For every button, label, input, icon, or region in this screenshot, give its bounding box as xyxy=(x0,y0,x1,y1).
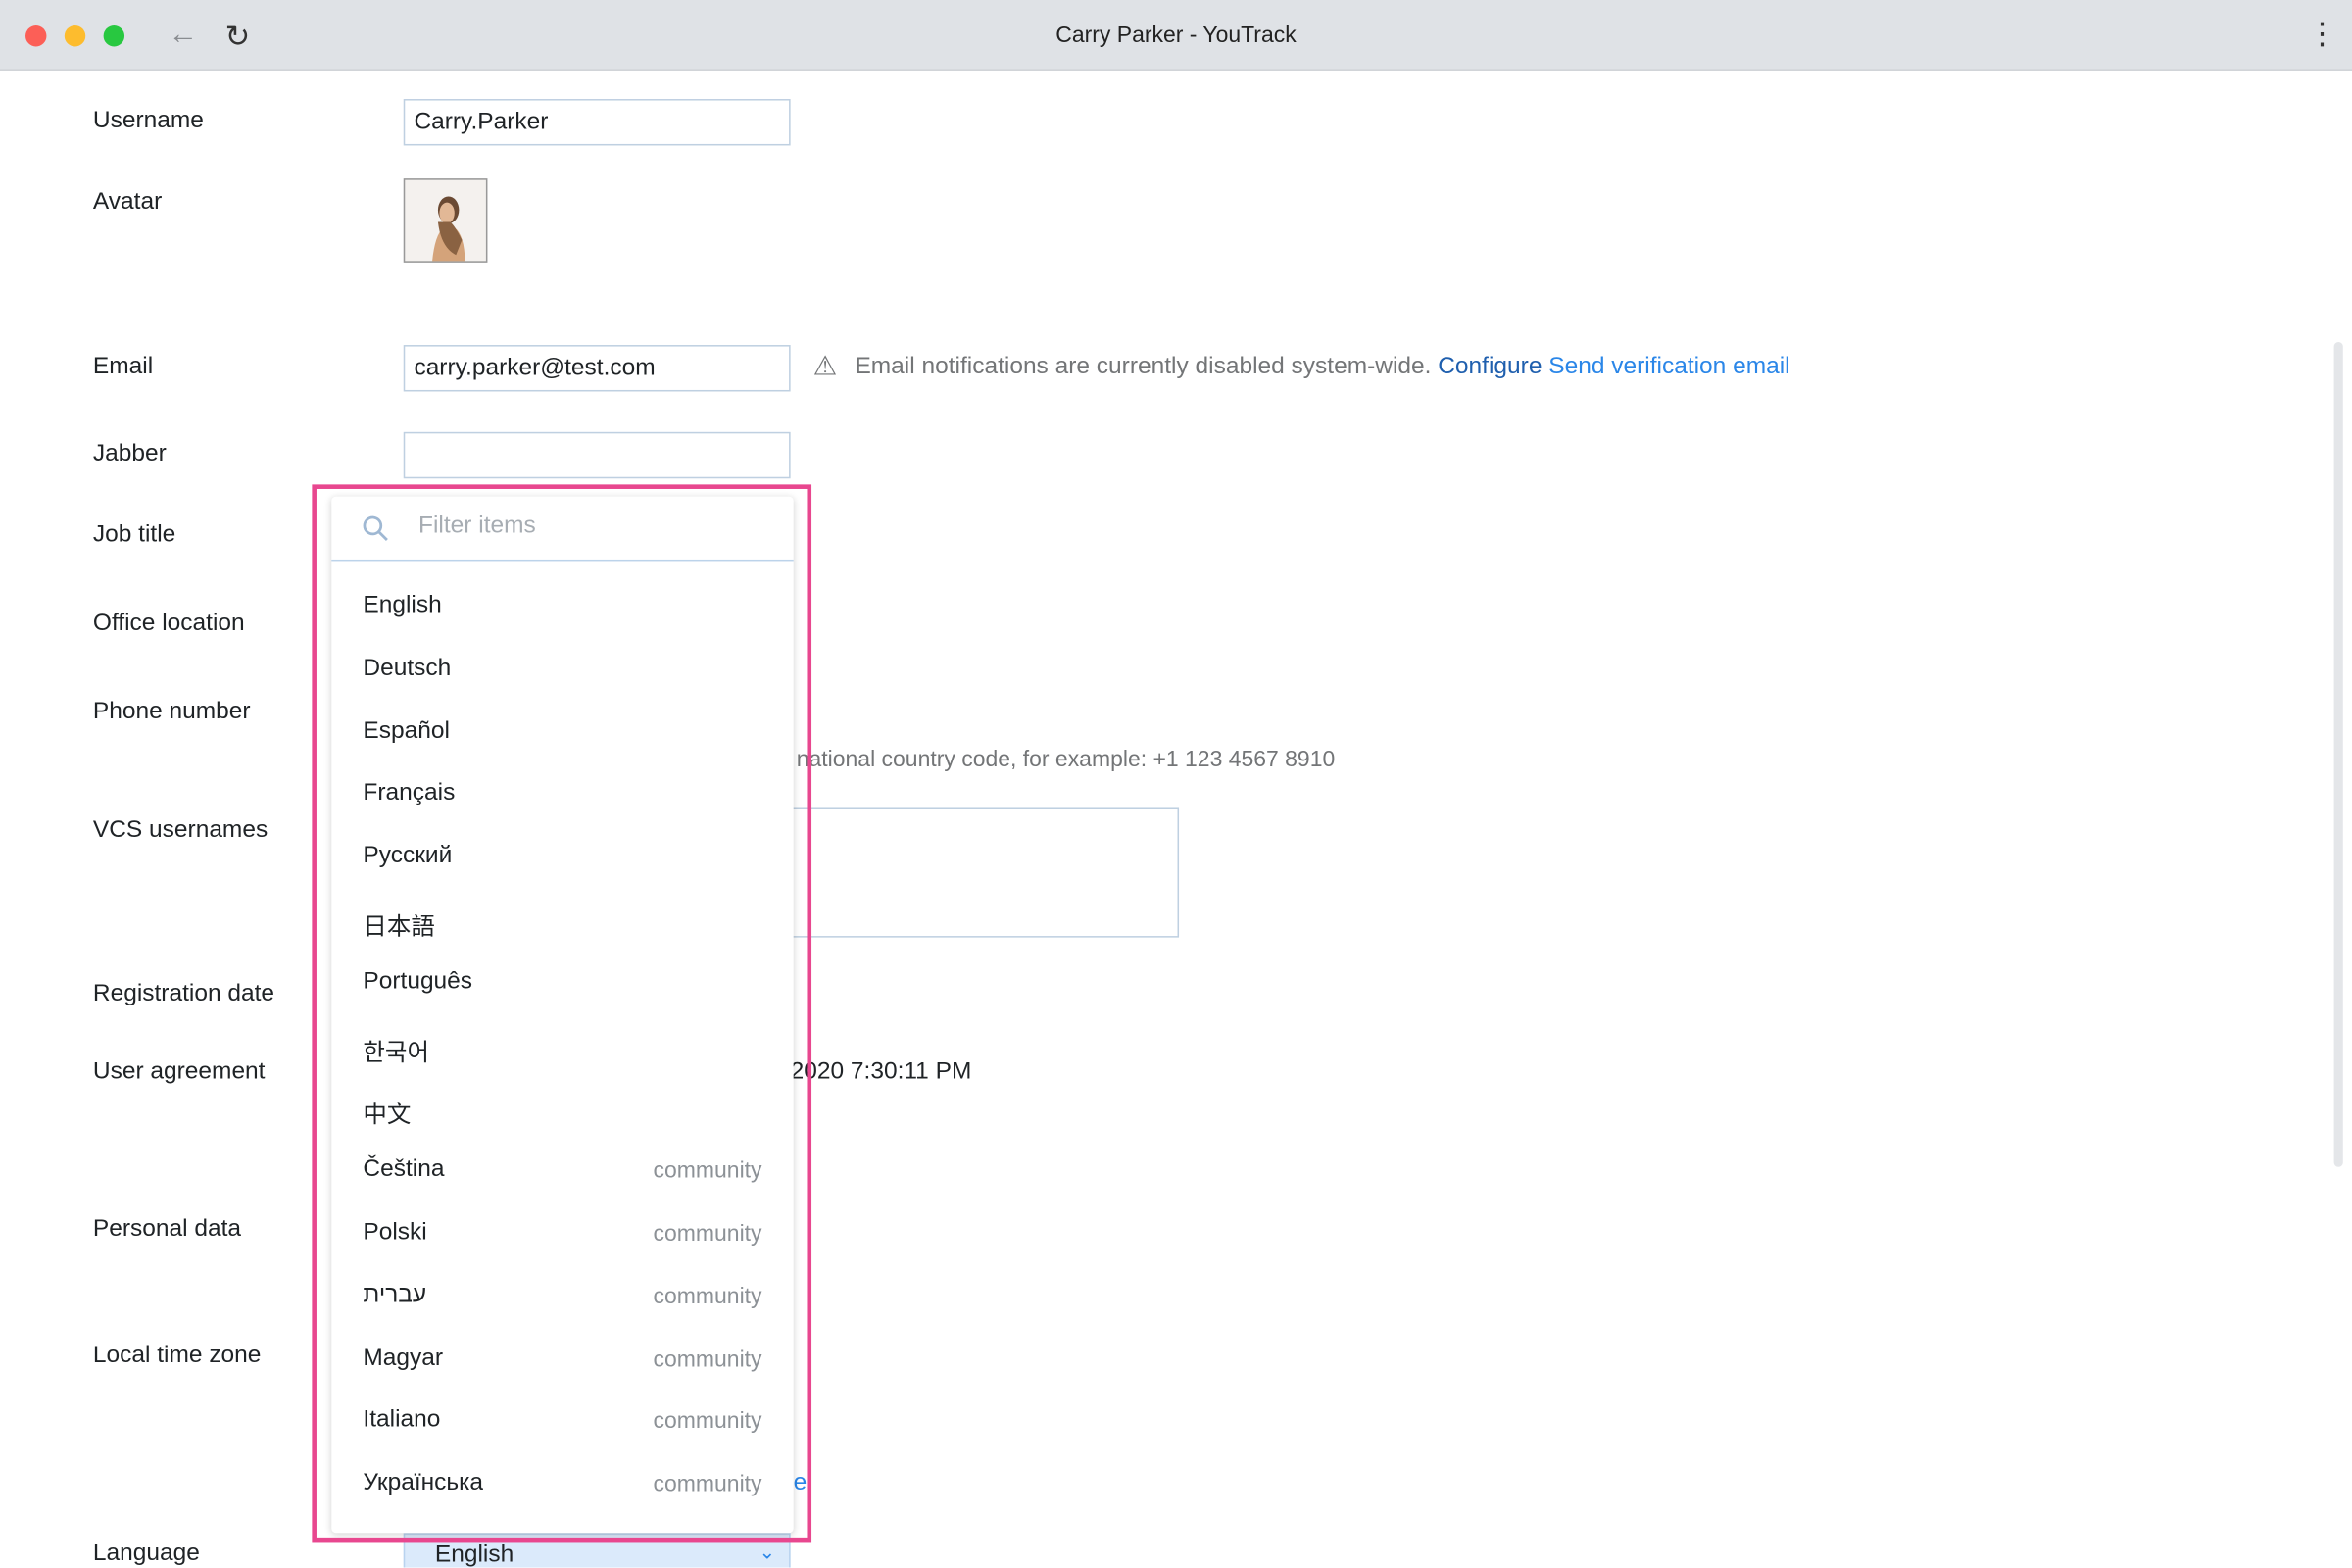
more-menu-icon[interactable]: ⋮ xyxy=(2307,15,2337,52)
chevron-down-icon: ⌄ xyxy=(759,1540,776,1563)
email-warning-message: Email notifications are currently disabl… xyxy=(855,354,1432,380)
title-bar: ← ↻ Carry Parker - YouTrack ⋮ xyxy=(0,0,2352,71)
browser-window: ← ↻ Carry Parker - YouTrack ⋮ Username C… xyxy=(0,0,2352,1568)
label-vcs-usernames: VCS usernames xyxy=(92,817,269,844)
window-title: Carry Parker - YouTrack xyxy=(1055,22,1297,48)
send-verification-email-link[interactable]: Send verification email xyxy=(1548,354,1789,379)
label-avatar: Avatar xyxy=(92,188,163,215)
label-language: Language xyxy=(92,1540,200,1566)
language-select-value: English xyxy=(434,1542,514,1568)
label-jabber: Jabber xyxy=(92,440,167,467)
user-agreement-value: 2020 7:30:11 PM xyxy=(790,1058,972,1085)
label-personal-data: Personal data xyxy=(92,1216,242,1243)
email-warning-text: Email notifications are currently disabl… xyxy=(855,354,1789,381)
label-phone-number: Phone number xyxy=(92,699,251,725)
label-office-location: Office location xyxy=(92,610,245,636)
page-scrollbar[interactable] xyxy=(2333,341,2343,1167)
highlight-outline xyxy=(312,484,812,1543)
warning-icon: ⚠ xyxy=(812,351,838,381)
label-local-time-zone: Local time zone xyxy=(92,1342,262,1368)
label-username: Username xyxy=(92,108,204,134)
email-input[interactable]: carry.parker@test.com xyxy=(403,345,791,392)
avatar[interactable] xyxy=(403,178,488,263)
jabber-input[interactable] xyxy=(403,431,791,479)
label-job-title: Job title xyxy=(92,521,176,548)
label-email: Email xyxy=(92,354,154,380)
label-registration-date: Registration date xyxy=(92,981,275,1007)
configure-link[interactable]: Configure xyxy=(1438,354,1542,379)
phone-hint: national country code, for example: +1 1… xyxy=(796,747,1336,773)
label-user-agreement: User agreement xyxy=(92,1058,266,1085)
username-input[interactable]: Carry.Parker xyxy=(403,99,791,146)
